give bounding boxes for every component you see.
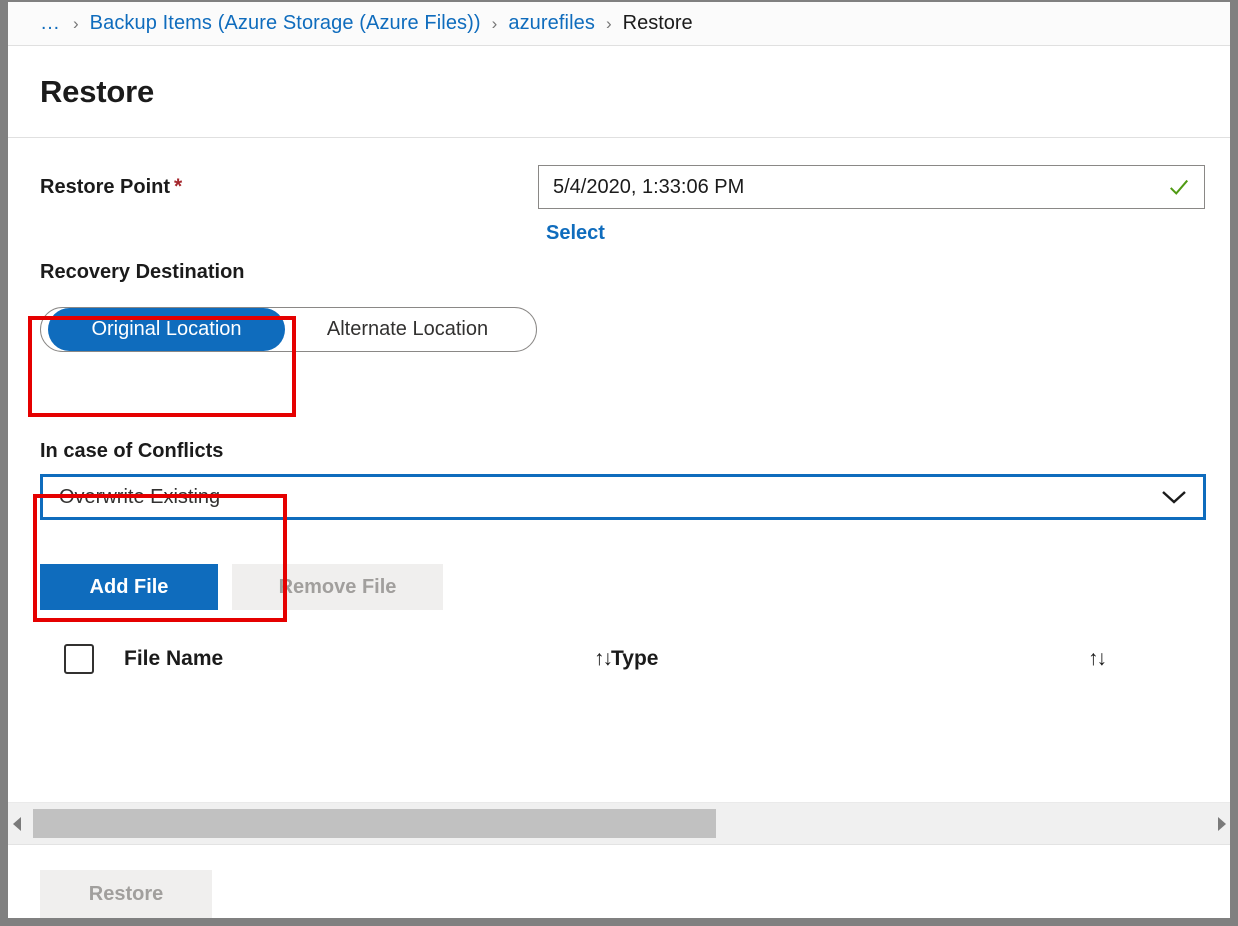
- breadcrumb-separator-icon: ›: [73, 13, 79, 33]
- column-header-type[interactable]: Type ↑↓: [611, 647, 1107, 671]
- toggle-option-alternate-location[interactable]: Alternate Location: [285, 308, 530, 351]
- scroll-left-arrow-icon[interactable]: [8, 803, 25, 844]
- sort-icon-file-name[interactable]: ↑↓: [594, 647, 613, 671]
- conflicts-dropdown[interactable]: Overwrite Existing: [40, 474, 1206, 520]
- breadcrumb-item-azurefiles[interactable]: azurefiles: [508, 12, 595, 35]
- checkmark-icon: [1170, 179, 1189, 195]
- remove-file-button: Remove File: [232, 564, 443, 610]
- select-all-checkbox[interactable]: [64, 644, 94, 674]
- column-header-file-name[interactable]: File Name ↑↓: [124, 647, 613, 671]
- file-toolbar: Add File Remove File: [40, 564, 1230, 610]
- column-header-type-label: Type: [611, 647, 659, 670]
- restore-form: Restore Point * 5/4/2020, 1:33:06 PM Sele…: [8, 165, 1230, 679]
- breadcrumb-item-backup-items[interactable]: Backup Items (Azure Storage (Azure Files…: [90, 12, 481, 35]
- restore-point-input[interactable]: 5/4/2020, 1:33:06 PM: [538, 165, 1205, 209]
- select-restore-point-link[interactable]: Select: [546, 222, 605, 245]
- restore-point-row: Restore Point * 5/4/2020, 1:33:06 PM Sele…: [40, 165, 1230, 244]
- page-title: Restore: [40, 73, 155, 109]
- title-bar: Restore: [8, 46, 1230, 138]
- breadcrumb-separator-icon: ›: [491, 13, 498, 33]
- recovery-destination-toggle[interactable]: Original Location Alternate Location: [40, 307, 537, 352]
- restore-point-value: 5/4/2020, 1:33:06 PM: [553, 175, 745, 198]
- recovery-destination-label: Recovery Destination: [40, 261, 245, 283]
- horizontal-scrollbar[interactable]: [8, 802, 1230, 845]
- restore-button: Restore: [40, 870, 212, 918]
- add-file-button[interactable]: Add File: [40, 564, 218, 610]
- breadcrumb-separator-icon: ›: [605, 13, 612, 33]
- footer-actions: Restore: [8, 845, 1230, 918]
- column-header-file-name-label: File Name: [124, 647, 224, 670]
- restore-point-label-text: Restore Point: [40, 176, 171, 198]
- conflicts-selected-value: Overwrite Existing: [59, 485, 221, 508]
- scrollbar-thumb[interactable]: [33, 809, 716, 838]
- restore-blade-window: … › Backup Items (Azure Storage (Azure F…: [0, 0, 1238, 926]
- breadcrumb-overflow-button[interactable]: …: [40, 12, 62, 35]
- breadcrumb-item-restore: Restore: [622, 12, 693, 34]
- breadcrumb: … › Backup Items (Azure Storage (Azure F…: [8, 2, 1230, 46]
- required-asterisk: *: [174, 175, 183, 198]
- conflicts-label: In case of Conflicts: [40, 440, 224, 462]
- toggle-option-original-location[interactable]: Original Location: [48, 308, 285, 351]
- sort-icon-type[interactable]: ↑↓: [1088, 647, 1107, 671]
- chevron-down-icon: [1162, 490, 1186, 504]
- file-table-header: File Name ↑↓ Type ↑↓: [40, 639, 1206, 679]
- scroll-right-arrow-icon[interactable]: [1213, 803, 1230, 844]
- scrollbar-track[interactable]: [25, 803, 1213, 844]
- restore-point-label: Restore Point *: [40, 165, 538, 199]
